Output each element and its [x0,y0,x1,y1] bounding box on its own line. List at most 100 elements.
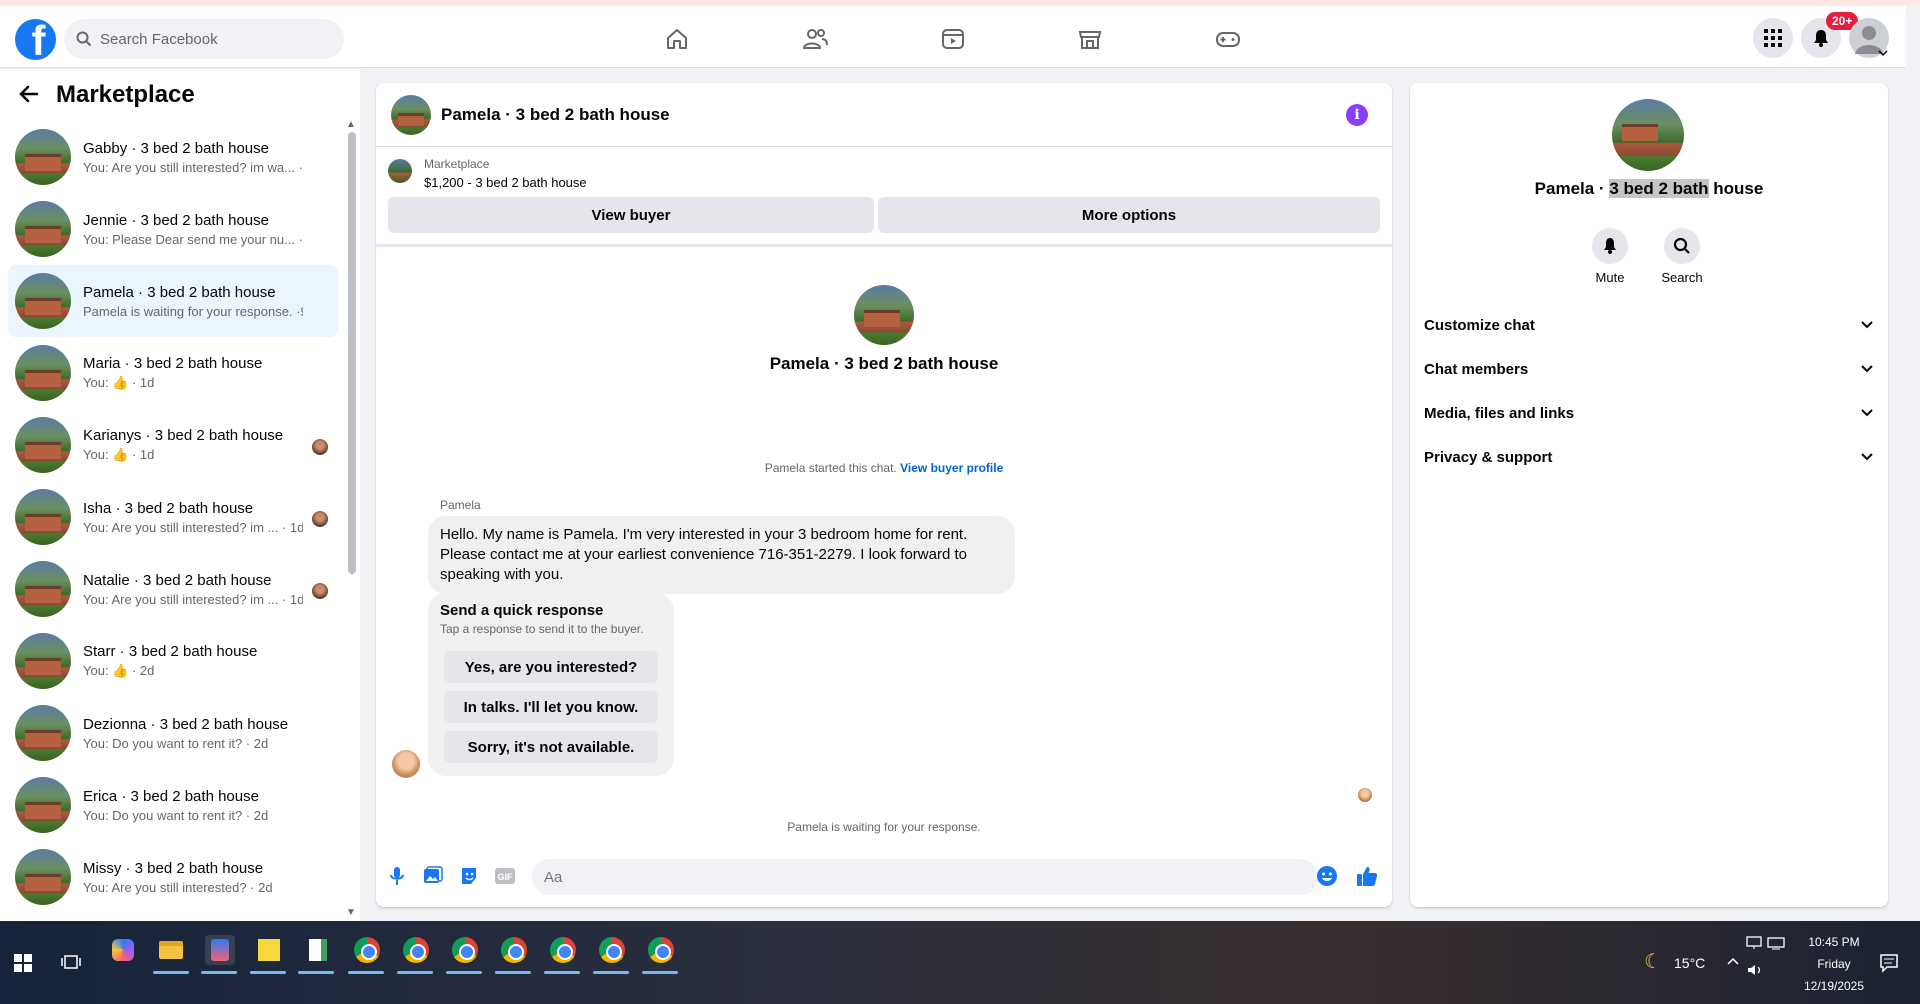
conversation-item-jennie[interactable]: Jennie · 3 bed 2 bath house You: Please D… [8,193,338,265]
chevron-down-icon [1861,453,1873,461]
conversation-item-dezionna[interactable]: Dezionna · 3 bed 2 bath house You: Do you… [8,697,338,769]
chrome-active-indicator [495,971,531,974]
photo-icon[interactable] [422,865,444,887]
conversation-name: Maria · 3 bed 2 bath house [83,355,263,372]
conversation-preview: You: 👍 · 1d [83,447,155,462]
search-input[interactable]: Search Facebook [64,19,344,59]
scroll-down-arrow-icon[interactable]: ▼ [346,907,356,918]
chrome-icon[interactable] [450,935,480,965]
chat-members-row[interactable]: Chat members [1424,347,1874,391]
clock-date[interactable]: 12/19/2025 [1792,979,1876,993]
mute-label: Mute [1595,270,1625,285]
listing-price-title[interactable]: $1,200 - 3 bed 2 bath house [424,175,587,190]
tray-volume-icon[interactable] [1746,960,1766,980]
file-explorer-icon[interactable] [156,935,186,965]
started-text: Pamela started this chat. [764,461,897,475]
quick-response-card: Send a quick response Tap a response to … [428,593,674,776]
sticker-icon[interactable] [458,865,480,887]
incoming-message: Hello. My name is Pamela. I'm very inter… [428,516,1015,594]
quick-response-subtitle: Tap a response to send it to the buyer. [440,622,644,636]
view-buyer-profile-link[interactable]: View buyer profile [900,461,1003,475]
weather-temperature[interactable]: 15°C [1674,955,1705,971]
sidebar-title: Marketplace [56,81,195,108]
scroll-up-arrow-icon[interactable]: ▲ [346,119,356,130]
document-icon[interactable] [303,935,333,965]
customize-chat-row[interactable]: Customize chat [1424,303,1874,347]
conversation-preview: You: Are you still interested? im wa... … [83,159,303,175]
back-arrow-icon[interactable] [18,83,40,110]
thumbs-up-like-icon[interactable] [1356,865,1378,887]
chrome-icon[interactable] [499,935,529,965]
chrome-icon[interactable] [597,935,627,965]
conversation-preview: Pamela is waiting for your response. ·9h [83,303,303,319]
tray-display-icon[interactable] [1766,933,1786,953]
conversation-preview: You: Do you want to rent it? · 2d [83,735,269,751]
conversation-name: Natalie · 3 bed 2 bath house [83,571,272,589]
listing-thumbnail [15,633,71,689]
view-buyer-button[interactable]: View buyer [388,197,874,233]
conversation-item-pamela[interactable]: Pamela · 3 bed 2 bath house Pamela is wai… [8,265,338,337]
chrome-active-indicator [593,971,629,974]
chrome-active-indicator [397,971,433,974]
conversation-item-starr[interactable]: Starr · 3 bed 2 bath house You: 👍 · 2d [8,625,338,697]
gif-icon[interactable]: GIF [494,865,516,887]
chrome-icon[interactable] [401,935,431,965]
conversation-item-missy[interactable]: Missy · 3 bed 2 bath house You: Are you s… [8,841,338,913]
mute-button[interactable]: Mute [1580,228,1640,285]
action-center-notification-icon[interactable] [1874,948,1904,978]
account-chevron-down-icon[interactable] [1878,49,1888,57]
listing-thumbnail [15,201,71,257]
message-input[interactable] [532,859,1318,895]
conversation-item-gabby[interactable]: Gabby · 3 bed 2 bath house You: Are you s… [8,121,338,193]
listing-thumbnail [15,417,71,473]
microphone-icon[interactable] [386,865,408,887]
quick-response-button[interactable]: Sorry, it's not available. [444,731,658,763]
quick-response-button[interactable]: Yes, are you interested? [444,651,658,683]
tray-network-icon[interactable] [1744,933,1764,953]
conversation-item-natalie[interactable]: Natalie · 3 bed 2 bath house You: Are you… [8,553,338,625]
search-in-chat-button[interactable]: Search [1652,228,1712,285]
gaming-icon[interactable] [1213,24,1243,54]
facebook-logo-icon[interactable]: f [15,19,56,60]
details-title-highlight: 3 bed 2 bath [1609,179,1709,198]
listing-thumbnail [15,561,71,617]
sidebar-scrollbar[interactable] [348,132,356,574]
conversation-item-isha[interactable]: Isha · 3 bed 2 bath house You: Are you st… [8,481,338,553]
chat-title[interactable]: Pamela · 3 bed 2 bath house [441,105,670,125]
conversation-name: Isha · 3 bed 2 bath house [83,499,254,517]
clock-day[interactable]: Friday [1792,957,1876,971]
info-icon[interactable]: i [1346,104,1368,126]
details-avatar[interactable] [1612,99,1684,171]
conversation-item-karianys[interactable]: Karianys · 3 bed 2 bath house You: 👍 · 1d [8,409,338,481]
friends-icon[interactable] [800,24,830,54]
emoji-icon[interactable] [1316,865,1338,887]
privacy-support-row[interactable]: Privacy & support [1424,435,1874,479]
chevron-down-icon [1861,321,1873,329]
quick-response-button[interactable]: In talks. I'll let you know. [444,691,658,723]
conversation-item-maria[interactable]: Maria · 3 bed 2 bath house You: 👍 · 1d [8,337,338,409]
app-pinned-icon[interactable] [205,935,235,965]
more-options-button[interactable]: More options [878,197,1380,233]
marketplace-sidebar: Marketplace Gabby · 3 bed 2 bath house Yo… [0,69,360,921]
section-label: Media, files and links [1424,404,1575,422]
media-files-links-row[interactable]: Media, files and links [1424,391,1874,435]
clock-time[interactable]: 10:45 PM [1792,935,1876,949]
menu-grid-icon[interactable] [1753,18,1793,58]
seen-avatar [312,583,328,599]
copilot-icon[interactable] [108,935,138,965]
chrome-icon[interactable] [352,935,382,965]
marketplace-icon[interactable] [1075,24,1105,54]
sticky-notes-icon[interactable] [254,935,284,965]
chat-header-avatar[interactable] [391,94,431,135]
video-icon[interactable] [938,24,968,54]
sender-avatar[interactable] [392,750,420,778]
chrome-icon[interactable] [646,935,676,965]
home-icon[interactable] [662,24,692,54]
chrome-icon[interactable] [548,935,578,965]
conversation-item-erica[interactable]: Erica · 3 bed 2 bath house You: Do you wa… [8,769,338,841]
task-view-icon[interactable] [56,948,86,978]
marketplace-listing-bar: Marketplace $1,200 - 3 bed 2 bath house … [376,147,1392,247]
windows-start-icon[interactable] [8,948,38,978]
conversation-name: Gabby · 3 bed 2 bath house [83,139,269,157]
weather-moon-icon[interactable]: ☾ [1638,946,1668,976]
